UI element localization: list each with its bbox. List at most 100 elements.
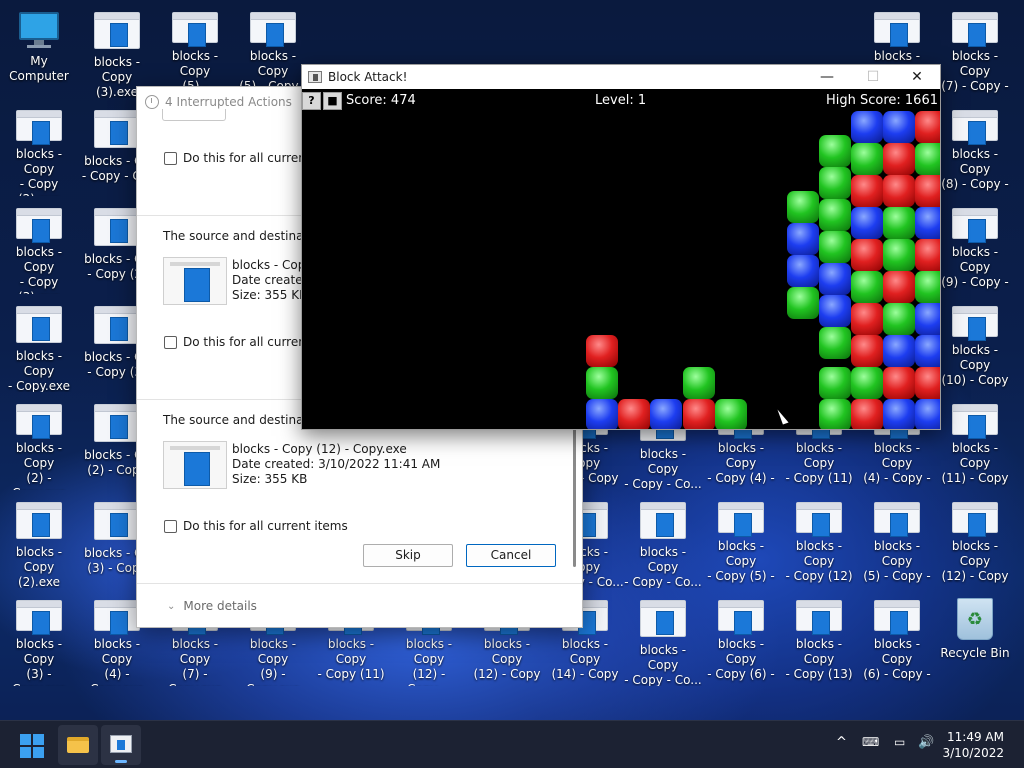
block-attack-taskbar-button[interactable] — [101, 725, 141, 765]
dialog-scrollbar[interactable] — [573, 427, 576, 567]
network-icon[interactable]: ▭ — [894, 735, 905, 749]
file-explorer-taskbar-button[interactable] — [58, 725, 98, 765]
desktop-icon[interactable]: blocks - Copy (7) - Copy - ... — [936, 0, 1014, 98]
green-block[interactable] — [819, 327, 851, 359]
apply-all-checkbox-2[interactable] — [164, 335, 177, 349]
desktop-icon[interactable]: blocks - Copy - Copy (3).exe — [0, 196, 78, 294]
red-block[interactable] — [851, 239, 883, 271]
blue-block[interactable] — [650, 399, 682, 429]
green-block[interactable] — [915, 143, 940, 175]
volume-icon[interactable]: 🔊 — [918, 735, 934, 750]
blue-block[interactable] — [787, 255, 819, 287]
blue-block[interactable] — [915, 335, 940, 367]
blue-block[interactable] — [819, 295, 851, 327]
blue-block[interactable] — [883, 335, 915, 367]
red-block[interactable] — [915, 111, 940, 143]
desktop-icon[interactable]: blocks - Copy (12) - Copy ... — [936, 490, 1014, 588]
blue-block[interactable] — [787, 223, 819, 255]
red-block[interactable] — [883, 271, 915, 303]
apply-all-checkbox-row-3[interactable]: Do this for all current items — [164, 519, 348, 533]
desktop-icon[interactable]: blocks - Copy - Copy (6) - ... — [702, 588, 780, 686]
red-block[interactable] — [883, 175, 915, 207]
green-block[interactable] — [787, 287, 819, 319]
file-thumbnail-2[interactable] — [163, 441, 227, 489]
start-button[interactable] — [20, 734, 44, 758]
green-block[interactable] — [683, 367, 715, 399]
red-block[interactable] — [915, 367, 940, 399]
close-button[interactable]: ✕ — [894, 65, 940, 89]
tray-overflow-chevron[interactable]: ^ — [836, 735, 847, 750]
file-thumbnail-1[interactable] — [163, 257, 227, 305]
green-block[interactable] — [851, 367, 883, 399]
blue-block[interactable] — [586, 399, 618, 429]
green-block[interactable] — [715, 399, 747, 429]
green-block[interactable] — [787, 191, 819, 223]
more-details-toggle[interactable]: ⌄ More details — [167, 599, 257, 613]
desktop-icon[interactable]: blocks - Copy (5) - Copy - ... — [858, 490, 936, 588]
green-block[interactable] — [586, 367, 618, 399]
green-block[interactable] — [883, 303, 915, 335]
dialog-partial-button[interactable] — [162, 109, 226, 121]
desktop-icon[interactable]: blocks - Copy - Copy - Co... — [624, 490, 702, 588]
desktop-icon[interactable]: blocks - Copy (6) - Copy - ... — [858, 588, 936, 686]
blue-block[interactable] — [915, 399, 940, 429]
red-block[interactable] — [851, 175, 883, 207]
help-button[interactable]: ? — [302, 92, 321, 110]
desktop-icon[interactable]: blocks - Copy - Copy (12) ... — [780, 490, 858, 588]
blue-block[interactable] — [883, 399, 915, 429]
red-block[interactable] — [883, 367, 915, 399]
red-block[interactable] — [851, 303, 883, 335]
game-board[interactable]: ? ■ Score: 474 Level: 1 High Score: 1661 — [302, 89, 940, 429]
green-block[interactable] — [819, 367, 851, 399]
green-block[interactable] — [819, 167, 851, 199]
maximize-button[interactable]: ☐ — [850, 65, 896, 89]
desktop-icon[interactable]: blocks - Copy (3) - Copy.exe — [0, 588, 78, 686]
desktop-icon[interactable]: blocks - Copy (2).exe — [0, 490, 78, 588]
desktop-icon[interactable]: blocks - Copy - Copy - Co... — [624, 588, 702, 686]
red-block[interactable] — [915, 175, 940, 207]
desktop-icon[interactable]: blocks - Copy (2) - Copy.exe — [0, 392, 78, 490]
desktop-icon[interactable]: blocks - Copy (11) - Copy ... — [936, 392, 1014, 490]
desktop-icon[interactable]: blocks - Copy - Copy (13) ... — [780, 588, 858, 686]
desktop-icon[interactable]: blocks - Copy (5) - Copy.exe — [156, 0, 234, 98]
desktop-icon[interactable]: ♻ Recycle Bin — [936, 588, 1014, 686]
apply-all-checkbox-row-1[interactable]: Do this for all current it — [164, 151, 322, 165]
red-block[interactable] — [915, 239, 940, 271]
desktop-icon[interactable]: blocks - Copy - Copy.exe — [0, 294, 78, 392]
desktop-icon[interactable]: blocks - Copy (10) - Copy ... — [936, 294, 1014, 392]
green-block[interactable] — [851, 271, 883, 303]
blue-block[interactable] — [915, 207, 940, 239]
red-block[interactable] — [883, 143, 915, 175]
blue-block[interactable] — [915, 303, 940, 335]
blue-block[interactable] — [883, 111, 915, 143]
stop-button[interactable]: ■ — [323, 92, 342, 110]
green-block[interactable] — [819, 135, 851, 167]
skip-button[interactable]: Skip — [363, 544, 453, 567]
green-block[interactable] — [819, 199, 851, 231]
apply-all-checkbox-3[interactable] — [164, 519, 177, 533]
desktop-icon[interactable]: blocks - Copy (9) - Copy - ... — [936, 196, 1014, 294]
blue-block[interactable] — [851, 207, 883, 239]
green-block[interactable] — [851, 143, 883, 175]
apply-all-checkbox-1[interactable] — [164, 151, 177, 165]
desktop-icon[interactable]: blocks - Copy (3).exe — [78, 0, 156, 98]
green-block[interactable] — [883, 239, 915, 271]
green-block[interactable] — [883, 207, 915, 239]
minimize-button[interactable]: — — [804, 65, 850, 89]
desktop-icon[interactable]: blocks - Copy (8) - Copy - ... — [936, 98, 1014, 196]
blue-block[interactable] — [819, 263, 851, 295]
taskbar-clock[interactable]: 11:49 AM 3/10/2022 — [942, 729, 1004, 761]
red-block[interactable] — [683, 399, 715, 429]
blue-block[interactable] — [851, 111, 883, 143]
green-block[interactable] — [819, 399, 851, 429]
red-block[interactable] — [851, 399, 883, 429]
red-block[interactable] — [618, 399, 650, 429]
red-block[interactable] — [851, 335, 883, 367]
desktop-icon[interactable]: My Computer — [0, 0, 78, 98]
green-block[interactable] — [819, 231, 851, 263]
desktop-icon[interactable]: blocks - Copy - Copy (5) - ... — [702, 490, 780, 588]
cancel-button[interactable]: Cancel — [466, 544, 556, 567]
apply-all-checkbox-row-2[interactable]: Do this for all current it — [164, 335, 322, 349]
green-block[interactable] — [915, 271, 940, 303]
keyboard-icon[interactable]: ⌨ — [862, 735, 879, 749]
